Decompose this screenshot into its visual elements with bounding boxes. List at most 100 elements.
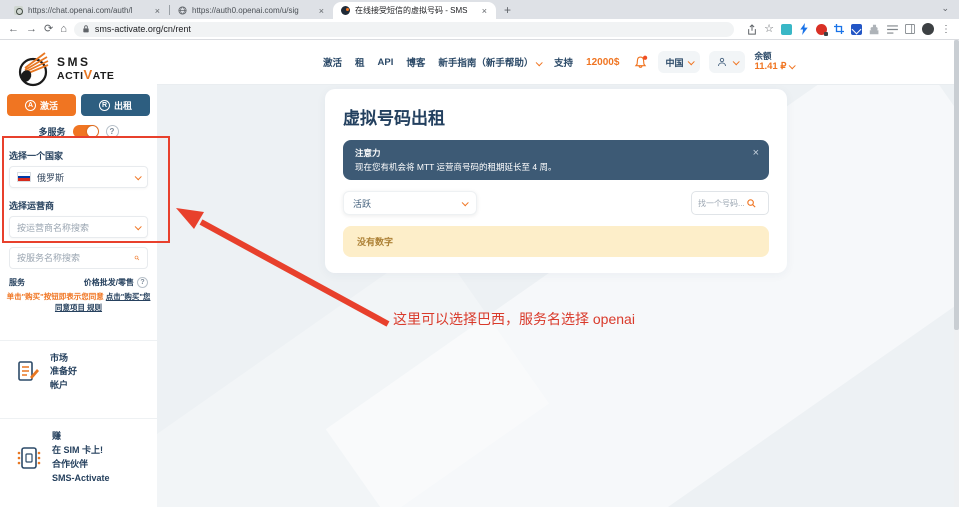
nav-blog[interactable]: 博客: [406, 55, 425, 69]
tab-title: https://chat.openai.com/auth/l: [28, 6, 149, 15]
chevron-down-icon: [135, 223, 142, 230]
partner-line: 合作伙伴: [52, 458, 110, 472]
rent-controls: 活跃: [343, 191, 769, 215]
extension-blue-icon[interactable]: [851, 24, 862, 35]
share-icon[interactable]: [747, 24, 757, 35]
extension-crop-icon[interactable]: [834, 24, 844, 34]
operator-label: 选择运营商: [9, 199, 148, 212]
site-header: 激活 租 API 博客 新手指南（新手帮助） 支持 12000$ 中国 余额: [157, 40, 959, 85]
country-value: 俄罗斯: [37, 171, 129, 184]
chevron-down-icon: [688, 58, 695, 65]
operator-placeholder: 按运营商名称搜索: [17, 221, 129, 234]
partner-line: 在 SIM 卡上!: [52, 444, 110, 458]
bell-icon[interactable]: [632, 53, 649, 71]
profile-avatar[interactable]: [922, 23, 934, 35]
attention-banner: 注意力 现在您有机会将 MTT 运营商号码的租期延长至 4 周。 ×: [343, 140, 769, 180]
multi-service-label: 多服务: [38, 125, 65, 138]
account-menu[interactable]: [709, 51, 745, 73]
sms-activate-logo[interactable]: SMS ACTIVATE: [14, 48, 157, 90]
operator-select[interactable]: 按运营商名称搜索: [9, 216, 148, 238]
extension-red-badge-icon[interactable]: [816, 24, 827, 35]
tab-sms-activate[interactable]: 在线接受短信的虚拟号码 - SMS ×: [333, 2, 496, 19]
tab-close-icon[interactable]: ×: [318, 6, 325, 16]
main-content: 虚拟号码出租 注意力 现在您有机会将 MTT 运营商号码的租期延长至 4 周。 …: [157, 85, 959, 507]
activation-button[interactable]: A 激活: [7, 94, 76, 116]
nav-guide[interactable]: 新手指南（新手帮助）: [438, 55, 541, 69]
marketplace-line: 帐户: [50, 379, 77, 393]
market-document-icon: [16, 359, 40, 385]
rent-button[interactable]: R 出租: [81, 94, 150, 116]
browser-toolbar: ← → ⟳ ⌂ sms-activate.org/cn/rent ☆ ⋮: [0, 19, 959, 40]
balance-amount: 11.41 ₽: [754, 61, 786, 72]
reload-icon[interactable]: ⟳: [44, 24, 53, 35]
language-selector[interactable]: 中国: [658, 51, 700, 73]
russia-flag-icon: [17, 172, 31, 182]
agreement-note: 单击"购买"按钮即表示您同意 点击"购买"您同意项目 规则: [0, 291, 157, 314]
header-inner: 激活 租 API 博客 新手指南（新手帮助） 支持 12000$ 中国 余额: [323, 40, 793, 84]
multi-service-help-icon[interactable]: ?: [106, 125, 119, 138]
nav-api[interactable]: API: [378, 57, 394, 68]
tab-list-chevron-icon[interactable]: ⌄: [941, 3, 949, 14]
tab-close-icon[interactable]: ×: [481, 6, 488, 16]
sidebar-item-marketplace[interactable]: 市场 准备好 帐户: [0, 340, 157, 405]
browser-menu-icon[interactable]: ⋮: [941, 24, 951, 35]
country-select[interactable]: 俄罗斯: [9, 166, 148, 188]
back-icon[interactable]: ←: [8, 24, 19, 35]
search-icon: [746, 198, 757, 209]
page-scrollbar[interactable]: [954, 40, 959, 507]
extension-photo-icon[interactable]: [781, 24, 792, 35]
balance-label: 余额: [754, 51, 794, 62]
empty-numbers-banner: 没有数字: [343, 226, 769, 257]
toolbar-icons: ☆ ⋮: [747, 23, 951, 35]
nav-support[interactable]: 支持: [554, 55, 573, 69]
logo-ate: ATE: [93, 70, 115, 82]
nav-guide-label: 新手指南（新手帮助）: [438, 58, 533, 69]
bookmark-star-icon[interactable]: ☆: [764, 24, 774, 35]
mode-buttons: A 激活 R 出租: [0, 94, 157, 116]
language-label: 中国: [665, 56, 683, 69]
new-tab-button[interactable]: +: [504, 3, 511, 17]
globe-favicon-icon: [178, 6, 187, 15]
tab-title: 在线接受短信的虚拟号码 - SMS: [355, 5, 476, 16]
activation-a-icon: A: [25, 100, 36, 111]
sidebar: SMS ACTIVATE A 激活 R 出租 多服务 ? 选择一个国家 俄罗斯: [0, 40, 157, 507]
marketplace-line: 准备好: [50, 365, 77, 379]
marketplace-label: 市场 准备好 帐户: [50, 352, 77, 394]
partner-label: 赚 在 SIM 卡上! 合作伙伴 SMS-Activate: [52, 430, 110, 486]
country-group: 选择一个国家 俄罗斯 选择运营商 按运营商名称搜索: [0, 149, 157, 269]
sidebar-item-partner[interactable]: 赚 在 SIM 卡上! 合作伙伴 SMS-Activate: [0, 418, 157, 497]
multi-service-toggle[interactable]: [73, 125, 99, 138]
tab-close-icon[interactable]: ×: [154, 6, 161, 16]
agreement-text: 单击"购买"按钮即表示您同意: [7, 292, 104, 301]
nav-activation[interactable]: 激活: [323, 55, 342, 69]
service-search[interactable]: [9, 247, 148, 269]
scrollbar-thumb[interactable]: [954, 40, 959, 330]
reading-list-icon[interactable]: [887, 25, 898, 34]
tab-chat-openai[interactable]: https://chat.openai.com/auth/l ×: [6, 2, 169, 19]
toggle-knob: [87, 126, 98, 137]
price-help-icon[interactable]: ?: [137, 277, 148, 288]
tab-auth0-openai[interactable]: https://auth0.openai.com/u/sig ×: [170, 2, 333, 19]
url-text: sms-activate.org/cn/rent: [95, 24, 191, 34]
close-icon[interactable]: ×: [753, 148, 759, 159]
status-filter-select[interactable]: 活跃: [343, 191, 477, 215]
chevron-down-icon: [733, 58, 740, 65]
home-icon[interactable]: ⌂: [60, 24, 67, 35]
chevron-down-icon: [536, 59, 543, 66]
number-search-input[interactable]: [698, 199, 746, 208]
chevron-down-icon: [135, 173, 142, 180]
number-search[interactable]: [691, 191, 769, 215]
rent-card: 虚拟号码出租 注意力 现在您有机会将 MTT 运营商号码的租期延长至 4 周。 …: [325, 89, 787, 273]
promo-amount[interactable]: 12000$: [586, 57, 619, 68]
extension-lightning-icon[interactable]: [799, 23, 809, 35]
extensions-puzzle-icon[interactable]: [869, 24, 880, 35]
address-bar[interactable]: sms-activate.org/cn/rent: [74, 22, 734, 37]
balance-widget[interactable]: 余额 11.41 ₽: [754, 51, 794, 74]
nav-rent[interactable]: 租: [355, 55, 365, 69]
side-panel-icon[interactable]: [905, 24, 915, 34]
browser-tab-strip: https://chat.openai.com/auth/l × https:/…: [0, 0, 959, 19]
multi-service-row: 多服务 ?: [0, 125, 157, 138]
activation-button-label: 激活: [40, 99, 58, 112]
forward-icon[interactable]: →: [26, 24, 37, 35]
service-search-input[interactable]: [17, 253, 134, 263]
